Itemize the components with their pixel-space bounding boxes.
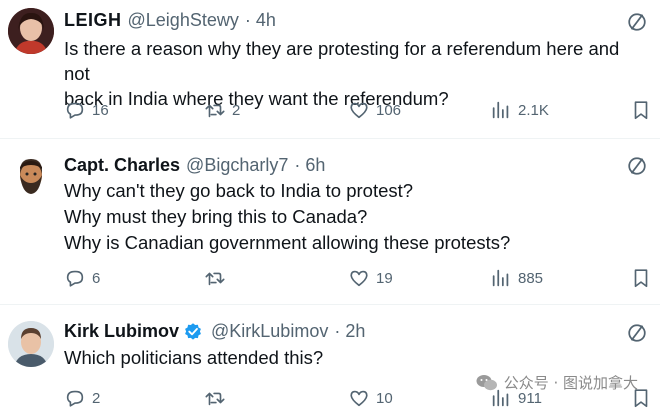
retweet-icon	[205, 104, 225, 118]
like-count: 19	[376, 269, 393, 287]
reply-button[interactable]: 2	[64, 386, 100, 410]
like-count: 106	[376, 101, 402, 119]
bookmark-button[interactable]	[630, 98, 658, 122]
tweet-time[interactable]: · 4h	[245, 10, 276, 31]
heart-icon	[350, 270, 368, 287]
bookmark-button[interactable]	[630, 266, 658, 290]
tweet-line: Why can't they go back to India to prote…	[64, 180, 414, 201]
avatar-capt-charles[interactable]	[8, 153, 54, 199]
tweet-header: Kirk Lubimov @KirkLubimov · 2h	[64, 321, 365, 342]
verified-badge-icon	[185, 322, 201, 340]
like-button[interactable]: 10	[348, 386, 393, 410]
retweet-button[interactable]	[204, 266, 232, 290]
author-handle[interactable]: @Bigcharly7	[186, 155, 288, 176]
reply-count: 2	[92, 389, 101, 407]
views-icon	[492, 269, 509, 287]
views-icon	[492, 101, 509, 119]
tweet-line: Why must they bring this to Canada?	[64, 206, 368, 227]
views-button[interactable]: 885	[490, 266, 543, 290]
avatar-kirk-lubimov[interactable]	[8, 321, 54, 367]
author-name[interactable]: LEIGH	[64, 10, 122, 31]
tweet-header: LEIGH @LeighStewy · 4h	[64, 10, 276, 31]
retweet-count: 2	[232, 101, 241, 119]
reply-icon	[66, 390, 84, 407]
action-bar: 16 2 106 2.1K	[64, 98, 660, 122]
reply-button[interactable]: 16	[64, 98, 109, 122]
action-bar: 6 19 885	[64, 266, 660, 290]
reply-icon	[66, 270, 84, 287]
retweet-icon	[205, 392, 225, 406]
author-handle[interactable]: @LeighStewy	[128, 10, 239, 31]
tweet-1[interactable]: LEIGH @LeighStewy · 4h Is there a reason…	[0, 0, 660, 138]
like-button[interactable]: 106	[348, 98, 401, 122]
wechat-icon	[476, 374, 497, 390]
heart-icon	[350, 390, 368, 407]
retweet-button[interactable]	[204, 386, 232, 410]
avatar-image	[8, 8, 54, 54]
tweet-time[interactable]: · 2h	[334, 321, 365, 342]
author-name[interactable]: Capt. Charles	[64, 155, 180, 176]
not-interested-icon[interactable]	[626, 322, 648, 344]
not-interested-icon[interactable]	[626, 11, 648, 33]
reply-button[interactable]: 6	[64, 266, 100, 290]
author-handle[interactable]: @KirkLubimov	[211, 321, 328, 342]
tweet-time[interactable]: · 6h	[294, 155, 325, 176]
reply-icon	[66, 102, 84, 119]
retweet-icon	[205, 272, 225, 286]
like-count: 10	[376, 389, 393, 407]
views-count: 2.1K	[518, 101, 549, 119]
tweet-3[interactable]: Kirk Lubimov @KirkLubimov · 2h Which pol…	[0, 305, 660, 416]
tweet-text: Why can't they go back to India to prote…	[64, 178, 648, 256]
views-count: 885	[518, 269, 544, 287]
watermark: 公众号 · 图说加拿大	[476, 372, 638, 393]
bookmark-icon	[634, 269, 648, 288]
retweet-button[interactable]: 2	[204, 98, 240, 122]
tweet-line: Which politicians attended this?	[64, 347, 324, 368]
tweet-text: Which politicians attended this?	[64, 345, 648, 370]
bookmark-icon	[634, 101, 648, 120]
avatar-image	[8, 153, 54, 199]
reply-count: 16	[92, 101, 109, 119]
author-name[interactable]: Kirk Lubimov	[64, 321, 179, 342]
heart-icon	[350, 102, 368, 119]
watermark-text: 公众号 · 图说加拿大	[503, 374, 638, 392]
tweet-2[interactable]: Capt. Charles @Bigcharly7 · 6h Why can't…	[0, 139, 660, 304]
tweet-line: Why is Canadian government allowing thes…	[64, 232, 511, 253]
like-button[interactable]: 19	[348, 266, 393, 290]
avatar-leigh[interactable]	[8, 8, 54, 54]
avatar-image	[8, 321, 54, 367]
reply-count: 6	[92, 269, 101, 287]
tweet-header: Capt. Charles @Bigcharly7 · 6h	[64, 155, 325, 176]
not-interested-icon[interactable]	[626, 155, 648, 177]
views-button[interactable]: 2.1K	[490, 98, 549, 122]
tweet-line: Is there a reason why they are protestin…	[64, 38, 620, 84]
